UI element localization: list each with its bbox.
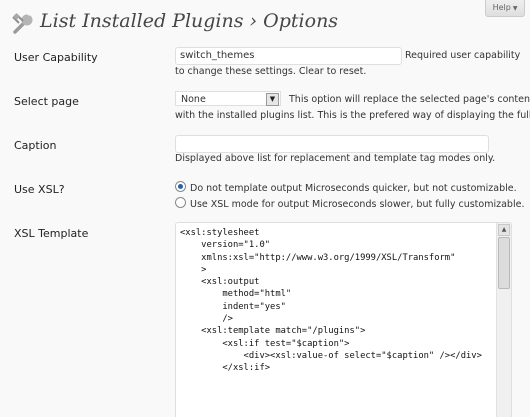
help-label: Help	[492, 3, 511, 12]
radio-selected-icon[interactable]	[175, 181, 186, 192]
scrollbar-thumb[interactable]	[498, 237, 510, 289]
code-line: <xsl:template match="/plugins">	[180, 326, 366, 337]
code-line: version="1.0"	[180, 240, 271, 251]
xsl-option-use-xsl[interactable]: Use XSL mode for output Microseconds slo…	[175, 197, 524, 210]
xsl-template-code: <xsl:stylesheet version="1.0" xmlns:xsl=…	[180, 227, 482, 375]
triangle-down-icon: ▼	[512, 5, 518, 12]
wrench-plugins-icon	[12, 12, 36, 34]
chevron-down-icon[interactable]: ▼	[266, 93, 279, 106]
select-page-dropdown[interactable]: None ▼	[175, 91, 281, 106]
help-tab[interactable]: Help ▼	[485, 0, 525, 17]
scroll-up-icon[interactable]: ▲	[498, 224, 510, 236]
select-page-desc: This option will replace the selected pa…	[289, 94, 530, 105]
xsl-option-do-not-template[interactable]: Do not template output Microseconds quic…	[175, 181, 517, 194]
select-page-value: None	[181, 94, 206, 105]
user-capability-label: User Capability	[14, 51, 98, 64]
code-line: xmlns:xsl="http://www.w3.org/1999/XSL/Tr…	[180, 252, 456, 263]
code-line: >	[180, 264, 207, 275]
code-line: </xsl:if>	[180, 363, 271, 374]
select-page-label: Select page	[14, 95, 79, 108]
select-page-desc-2: with the installed plugins list. This is…	[175, 110, 530, 121]
caption-input[interactable]	[175, 135, 489, 153]
user-capability-desc: Required user capability	[405, 50, 521, 61]
xsl-option-1-label: Do not template output	[190, 183, 302, 194]
xsl-option-2-label: Use XSL mode for output	[190, 199, 309, 210]
code-line: <xsl:if test="$caption">	[180, 338, 350, 349]
xsl-option-1-note: Microseconds quicker, but not customizab…	[305, 183, 517, 194]
xsl-template-label: XSL Template	[14, 227, 89, 240]
code-line: <xsl:output	[180, 277, 260, 288]
use-xsl-label: Use XSL?	[14, 183, 65, 196]
code-line: indent="yes"	[180, 301, 286, 312]
user-capability-input[interactable]: switch_themes	[175, 47, 402, 65]
xsl-template-textarea[interactable]: <xsl:stylesheet version="1.0" xmlns:xsl=…	[175, 222, 512, 417]
code-line: <div><xsl:value-of select="$caption" /><…	[180, 350, 482, 361]
code-line: method="html"	[180, 289, 292, 300]
caption-desc: Displayed above list for replacement and…	[175, 153, 496, 164]
user-capability-desc-2: to change these settings. Clear to reset…	[175, 66, 367, 77]
textarea-scrollbar[interactable]: ▲	[496, 223, 511, 417]
caption-label: Caption	[14, 139, 57, 152]
code-line: <xsl:stylesheet	[180, 228, 260, 238]
radio-unselected-icon[interactable]	[175, 197, 186, 208]
xsl-option-2-note: Microseconds slower, but fully customiza…	[312, 199, 525, 210]
code-line: />	[180, 314, 233, 325]
page-title: List Installed Plugins › Options	[40, 10, 339, 32]
